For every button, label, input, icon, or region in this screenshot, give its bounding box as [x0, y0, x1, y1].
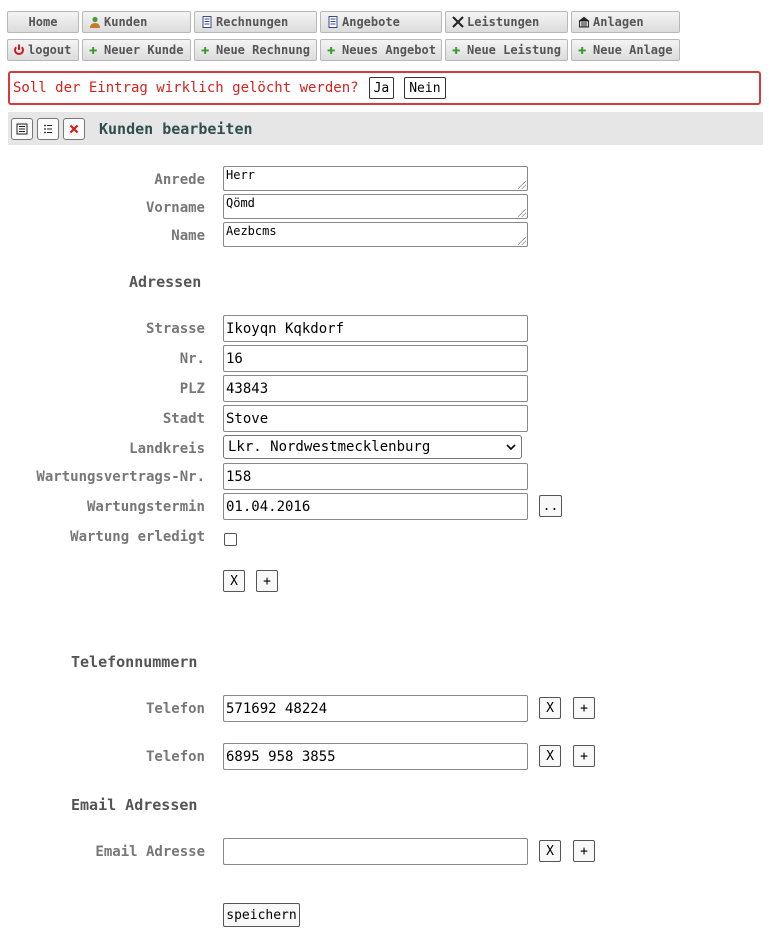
- plus-icon: ✚: [327, 42, 336, 58]
- wartung-erledigt-checkbox[interactable]: [224, 533, 237, 546]
- email-input[interactable]: [223, 838, 528, 865]
- telefon-label: Telefon: [145, 701, 205, 717]
- nav-neuer-kunde-button[interactable]: ✚ Neuer Kunde: [82, 39, 191, 61]
- add-phone-button[interactable]: +: [573, 697, 595, 719]
- nav-neue-anlage-label: Neue Anlage: [593, 43, 673, 57]
- page-title: Kunden bearbeiten: [99, 119, 253, 138]
- add-email-button[interactable]: +: [573, 840, 595, 862]
- wartungstermin-label: Wartungstermin: [86, 499, 205, 515]
- landkreis-label: Landkreis: [129, 441, 205, 457]
- nav-anlagen-label: Anlagen: [593, 15, 644, 29]
- email-section-title: Email Adressen: [71, 796, 198, 814]
- bullet-list-icon: [44, 124, 52, 133]
- wartungsvertrag-input[interactable]: 158: [223, 463, 528, 490]
- save-button[interactable]: speichern: [223, 903, 300, 927]
- nav-neues-angebot-button[interactable]: ✚ Neues Angebot: [320, 39, 442, 61]
- nav-neues-angebot-label: Neues Angebot: [342, 43, 436, 57]
- plz-input[interactable]: 43843: [223, 375, 528, 402]
- name-field[interactable]: Aezbcms: [223, 222, 528, 247]
- delete-button[interactable]: [63, 117, 85, 140]
- confirm-yes-button[interactable]: Ja: [368, 77, 395, 99]
- email-label: Email Adresse: [95, 844, 205, 860]
- plz-label: PLZ: [179, 381, 205, 397]
- vorname-value: Qömd: [226, 196, 255, 210]
- resize-grip-icon[interactable]: [518, 209, 526, 217]
- add-phone-button[interactable]: +: [573, 745, 595, 767]
- address-section-title: Adressen: [129, 273, 202, 291]
- building-icon: [578, 16, 590, 28]
- nav-leistungen-button[interactable]: Leistungen: [445, 11, 568, 33]
- name-label: Name: [171, 228, 205, 244]
- nav-rechnungen-label: Rechnungen: [216, 15, 289, 29]
- plus-icon: ✚: [452, 42, 461, 58]
- telefon-input[interactable]: 571692 48224: [223, 695, 528, 722]
- add-address-button[interactable]: +: [256, 570, 278, 592]
- plus-icon: ✚: [89, 42, 98, 58]
- remove-phone-button[interactable]: X: [539, 745, 561, 767]
- anrede-value: Herr: [226, 168, 255, 182]
- stadt-label: Stadt: [162, 411, 205, 427]
- nav-rechnungen-button[interactable]: Rechnungen: [194, 11, 317, 33]
- document-icon: [201, 16, 213, 28]
- nav-kunden-label: Kunden: [104, 15, 148, 29]
- nav-logout-button[interactable]: logout: [7, 39, 79, 61]
- telefon-label: Telefon: [145, 749, 205, 765]
- delete-confirm-alert: Soll der Eintrag wirklich gelöcht werden…: [8, 71, 761, 105]
- plus-icon: ✚: [201, 42, 210, 58]
- edit-toolbar: Kunden bearbeiten: [8, 112, 763, 145]
- remove-email-button[interactable]: X: [539, 840, 561, 862]
- nr-input[interactable]: 16: [223, 345, 528, 372]
- list-view-button[interactable]: [11, 117, 33, 140]
- nav-logout-label: logout: [28, 43, 72, 57]
- confirm-message: Soll der Eintrag wirklich gelöcht werden…: [13, 80, 359, 96]
- nav-neue-leistung-button[interactable]: ✚ Neue Leistung: [445, 39, 568, 61]
- landkreis-select[interactable]: Lkr. Nordwestmecklenburg: [223, 435, 522, 459]
- strasse-label: Strasse: [145, 321, 205, 337]
- phone-section-title: Telefonnummern: [71, 653, 198, 671]
- resize-grip-icon[interactable]: [518, 237, 526, 245]
- detail-list-button[interactable]: [37, 117, 59, 140]
- user-icon: [89, 16, 101, 28]
- nav-anlagen-button[interactable]: Anlagen: [571, 11, 680, 33]
- vorname-label: Vorname: [145, 200, 205, 216]
- chevron-down-icon: [506, 444, 516, 451]
- resize-grip-icon[interactable]: [518, 181, 526, 189]
- wartungsvertrag-label: Wartungsvertrags-Nr.: [36, 469, 205, 485]
- stadt-input[interactable]: Stove: [223, 405, 528, 432]
- list-icon: [16, 123, 28, 134]
- nav-angebote-button[interactable]: Angebote: [320, 11, 442, 33]
- nav-neue-rechnung-label: Neue Rechnung: [216, 43, 310, 57]
- telefon-input[interactable]: 6895 958 3855: [223, 743, 528, 770]
- anrede-label: Anrede: [154, 172, 205, 188]
- wartung-erledigt-label: Wartung erledigt: [70, 529, 205, 545]
- nav-neuer-kunde-label: Neuer Kunde: [104, 43, 184, 57]
- document-icon: [327, 16, 339, 28]
- nav-neue-leistung-label: Neue Leistung: [467, 43, 561, 57]
- nav-home-button[interactable]: Home: [7, 11, 79, 33]
- nav-neue-rechnung-button[interactable]: ✚ Neue Rechnung: [194, 39, 317, 61]
- confirm-no-button[interactable]: Nein: [404, 77, 446, 99]
- date-picker-button[interactable]: ..: [539, 495, 562, 517]
- power-icon: [13, 44, 25, 56]
- remove-address-button[interactable]: X: [223, 570, 245, 592]
- nav-angebote-label: Angebote: [342, 15, 400, 29]
- tools-icon: [452, 16, 464, 28]
- landkreis-value: Lkr. Nordwestmecklenburg: [228, 439, 431, 455]
- remove-phone-button[interactable]: X: [539, 697, 561, 719]
- nav-home-label: Home: [28, 15, 58, 29]
- vorname-field[interactable]: Qömd: [223, 194, 528, 219]
- nav-neue-anlage-button[interactable]: ✚ Neue Anlage: [571, 39, 680, 61]
- strasse-input[interactable]: Ikoyqn Kqkdorf: [223, 315, 528, 342]
- wartungstermin-input[interactable]: 01.04.2016: [223, 493, 528, 520]
- nr-label: Nr.: [179, 351, 205, 367]
- close-icon: [69, 124, 79, 133]
- nav-leistungen-label: Leistungen: [467, 15, 540, 29]
- plus-icon: ✚: [578, 42, 587, 58]
- anrede-field[interactable]: Herr: [223, 166, 528, 191]
- nav-kunden-button[interactable]: Kunden: [82, 11, 191, 33]
- name-value: Aezbcms: [226, 224, 277, 238]
